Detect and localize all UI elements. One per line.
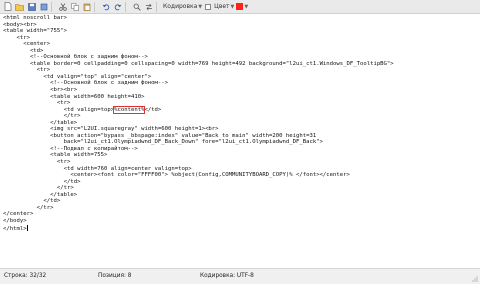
code-line-text: <button action="bypass _bbspage:index" v… [3,132,317,139]
code-line-text: back="l2ui_ct1.Olympiadwnd_DF_Back_Down"… [3,139,323,146]
save-all-icon[interactable] [39,2,48,11]
code-line-text: </td> [3,198,61,205]
code-line-text: <tr> [3,159,71,166]
code-line-text: <table width=755> [3,152,108,159]
code-line-text: <tr> [3,34,30,41]
code-editor[interactable]: <html noscroll bar> <body><br> <table widt… [0,14,480,268]
toolbar: Кодировка ▼ Цвет ▼ ▼ [0,0,480,14]
code-line-text: <td valign=top> [3,106,115,113]
code-line-text: <!--Основной блок с задним фоном--> [3,54,148,61]
undo-icon[interactable] [101,2,110,11]
code-line-text: <!--Подвал с копирайтом--> [3,145,138,152]
toolbar-separator [94,1,95,12]
code-line-text: <center> [3,41,51,48]
status-encoding: Кодировка: UTF-8 [200,273,254,279]
code-line-text: </html> [3,225,27,232]
color-checkbox[interactable] [205,3,212,10]
code-line-text: </td> [3,178,81,185]
code-line-text: <html noscroll bar> [3,15,67,21]
toolbar-separator [125,1,126,12]
code-line-text: <table width="755"> [3,28,67,35]
new-file-icon[interactable] [3,2,12,11]
code-line-text: <table border=0 cellpadding=0 cellspacin… [3,60,394,67]
code-line-text: </table> [3,119,78,126]
code-line-text: </table> [3,191,78,198]
status-line: Строка: 32/32 [4,273,47,279]
color-swatch[interactable] [236,3,244,10]
toolbar-separator [156,1,157,12]
code-line-text: <td width=760 align=center valign=top> [3,165,192,172]
code-line-text: </center> [3,211,34,218]
chevron-down-icon[interactable]: ▼ [198,4,202,10]
code-line-text: <td> [3,47,44,54]
status-bar: Строка: 32/32 Позиция: 8 Кодировка: UTF-… [0,268,480,284]
paste-icon[interactable] [82,2,91,11]
color-menu-label[interactable]: Цвет [214,3,229,10]
code-line-text: <table width=600 height=410> [3,93,145,100]
find-icon[interactable] [132,2,141,11]
cut-icon[interactable] [58,2,67,11]
code-line-text: <img src="L2UI.squaregray" width=600 hei… [3,126,219,133]
status-position: Позиция: 8 [98,273,132,279]
code-line-text: <!--Основной блок с задним фоном--> [3,80,169,87]
toolbar-separator [51,1,52,12]
open-folder-icon[interactable] [15,2,24,11]
code-line-text: <tr> [3,67,51,74]
code-line-text: <br><br> [3,87,78,94]
code-line-text: </tr> [3,113,81,120]
code-line-text: </tr> [3,204,54,211]
code-line-text: </tr> [3,185,74,192]
resize-grip-icon[interactable] [472,276,478,282]
chevron-down-icon[interactable]: ▼ [231,4,235,10]
highlighted-placeholder: %content% [113,105,146,114]
code-line-text: <tr> [3,100,71,107]
text-caret [26,224,28,231]
chevron-down-icon[interactable]: ▼ [244,4,248,10]
replace-icon[interactable] [144,2,153,11]
code-line-tail: </td> [144,106,162,113]
save-icon[interactable] [27,2,36,11]
code-line-text: <center><font color="FFFF00"> %object(Co… [3,172,350,179]
code-line-text: <body><br> [3,21,37,28]
code-text: <html noscroll bar> <body><br> <table widt… [0,14,480,232]
encoding-menu-label[interactable]: Кодировка [163,3,197,10]
redo-icon[interactable] [113,2,122,11]
code-line: </html> [3,224,477,232]
code-line-text: </body> [3,217,27,224]
copy-icon[interactable] [70,2,79,11]
